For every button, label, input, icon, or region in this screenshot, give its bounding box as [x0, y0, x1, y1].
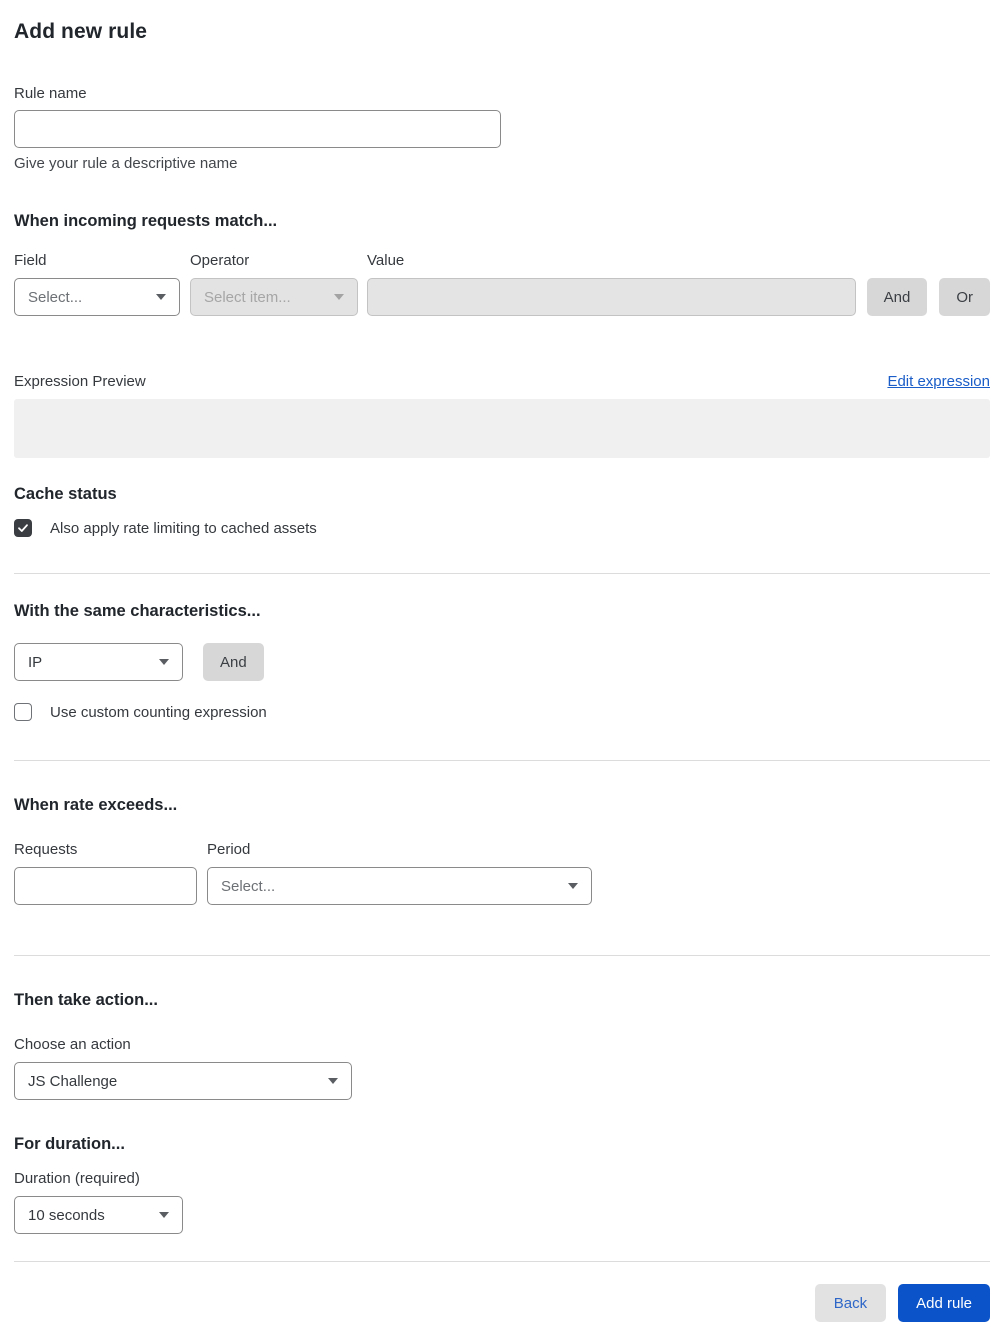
value-label: Value — [367, 252, 405, 269]
characteristics-row: IP And — [14, 643, 990, 681]
duration-section-heading: For duration... — [14, 1135, 125, 1153]
requests-input[interactable] — [14, 867, 197, 905]
chevron-down-icon — [159, 1212, 169, 1218]
chevron-down-icon — [159, 659, 169, 665]
or-button[interactable]: Or — [939, 278, 990, 316]
field-label: Field — [14, 252, 47, 269]
counting-expression-row: Use custom counting expression — [14, 703, 990, 721]
divider — [14, 573, 990, 574]
cache-checkbox-row: Also apply rate limiting to cached asset… — [14, 519, 990, 537]
period-select-value: Select... — [221, 877, 276, 895]
add-rule-form: Add new rule Rule name Give your rule a … — [0, 0, 1002, 1336]
rule-name-helper: Give your rule a descriptive name — [14, 155, 238, 172]
checkmark-icon — [18, 524, 28, 532]
period-select[interactable]: Select... — [207, 867, 592, 905]
rate-row: Requests Period Select... — [14, 841, 990, 905]
requests-label: Requests — [14, 841, 78, 858]
page-title: Add new rule — [14, 20, 148, 43]
field-select[interactable]: Select... — [14, 278, 180, 316]
cache-section-heading: Cache status — [14, 485, 117, 503]
divider — [14, 760, 990, 761]
field-select-value: Select... — [28, 288, 83, 306]
duration-select[interactable]: 10 seconds — [14, 1196, 183, 1234]
expression-preview-header: Expression Preview Edit expression — [14, 373, 990, 390]
divider — [14, 1261, 990, 1262]
add-rule-button[interactable]: Add rule — [898, 1284, 990, 1322]
action-section-heading: Then take action... — [14, 991, 158, 1009]
characteristic-select[interactable]: IP — [14, 643, 183, 681]
back-button[interactable]: Back — [814, 1284, 887, 1322]
operator-label: Operator — [190, 252, 250, 269]
operator-select[interactable]: Select item... — [190, 278, 358, 316]
rate-section-heading: When rate exceeds... — [14, 796, 178, 814]
rule-name-label: Rule name — [14, 85, 87, 102]
and-button[interactable]: And — [866, 278, 928, 316]
expression-preview-label: Expression Preview — [14, 373, 146, 390]
duration-select-value: 10 seconds — [28, 1206, 105, 1224]
period-label: Period — [207, 841, 251, 858]
cached-assets-checkbox[interactable] — [14, 519, 32, 537]
match-section-heading: When incoming requests match... — [14, 212, 278, 230]
chevron-down-icon — [328, 1078, 338, 1084]
custom-counting-checkbox-label: Use custom counting expression — [50, 703, 267, 721]
characteristic-select-value: IP — [28, 653, 43, 671]
value-input[interactable] — [367, 278, 856, 316]
expression-preview-box — [14, 399, 990, 458]
action-label: Choose an action — [14, 1036, 131, 1053]
operator-select-value: Select item... — [204, 288, 291, 306]
chevron-down-icon — [568, 883, 578, 889]
footer-actions: Back Add rule — [14, 1284, 990, 1322]
rule-name-input[interactable] — [14, 110, 501, 148]
match-builder-row: Field Select... Operator Select item... … — [14, 252, 990, 316]
duration-label: Duration (required) — [14, 1170, 140, 1187]
cached-assets-checkbox-label: Also apply rate limiting to cached asset… — [50, 519, 317, 537]
edit-expression-link[interactable]: Edit expression — [887, 373, 990, 390]
custom-counting-checkbox[interactable] — [14, 703, 32, 721]
chevron-down-icon — [156, 294, 166, 300]
action-select[interactable]: JS Challenge — [14, 1062, 352, 1100]
action-select-value: JS Challenge — [28, 1072, 118, 1090]
characteristics-section-heading: With the same characteristics... — [14, 602, 261, 620]
divider — [14, 955, 990, 956]
characteristics-and-button[interactable]: And — [203, 643, 264, 681]
chevron-down-icon — [334, 294, 344, 300]
